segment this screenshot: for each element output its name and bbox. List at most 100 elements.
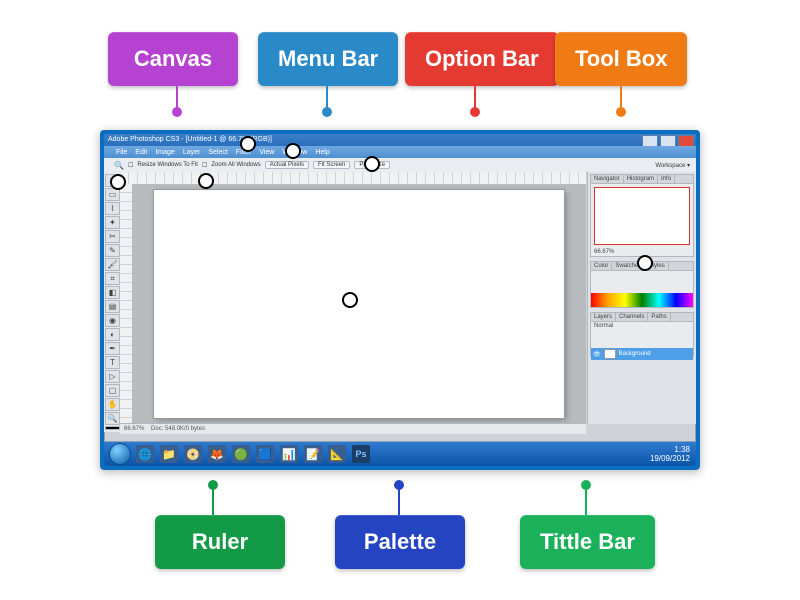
option-resize[interactable]: Resize Windows To Fit — [137, 162, 198, 168]
label-text: Option Bar — [425, 46, 539, 71]
taskbar-skype-icon[interactable]: 🟦 — [256, 445, 274, 463]
label-menu-bar[interactable]: Menu Bar — [258, 32, 398, 86]
hand-tool-icon[interactable]: ✋ — [105, 398, 120, 411]
clock-date: 19/09/2012 — [650, 454, 690, 463]
label-option-bar[interactable]: Option Bar — [405, 32, 559, 86]
navigator-preview[interactable] — [594, 187, 690, 245]
connector-canvas — [176, 84, 178, 112]
info-tab[interactable]: Info — [658, 175, 675, 183]
taskbar-ie-icon[interactable]: 🌐 — [136, 445, 154, 463]
layers-body: Normal 👁 Background — [591, 322, 693, 356]
taskbar-media-icon[interactable]: 📀 — [184, 445, 202, 463]
target-marker[interactable] — [637, 255, 653, 271]
zoom-tool-icon[interactable]: 🔍 — [105, 412, 120, 425]
clock-time: 1:38 — [650, 445, 690, 454]
layer-row[interactable]: 👁 Background — [591, 348, 693, 360]
palette-panels: Navigator Histogram Info 66.67% Color Sw… — [587, 172, 696, 424]
taskbar-app-icon[interactable]: 📐 — [328, 445, 346, 463]
brush-tool-icon[interactable]: 🖌 — [105, 258, 120, 271]
channels-tab[interactable]: Channels — [616, 313, 648, 321]
zoom-tool-icon[interactable]: 🔍 — [114, 161, 124, 170]
connector-menu-bar — [326, 84, 328, 112]
blur-tool-icon[interactable]: ◉ — [105, 314, 120, 327]
fit-screen-button[interactable]: Fit Screen — [313, 161, 350, 169]
connector-option-bar — [474, 84, 476, 112]
status-bar: 66.67% Doc: 548.0K/0 bytes — [120, 423, 586, 434]
taskbar-clock[interactable]: 1:38 19/09/2012 — [650, 445, 690, 463]
screenshot-frame: Adobe Photoshop CS3 - [Untitled-1 @ 66.7… — [100, 130, 700, 470]
option-zoom-all[interactable]: Zoom All Windows — [211, 162, 260, 168]
target-marker[interactable] — [342, 292, 358, 308]
app-window: File Edit Image Layer Select Filter View… — [104, 146, 696, 442]
shape-tool-icon[interactable]: ▢ — [105, 384, 120, 397]
label-text: Ruler — [192, 529, 248, 554]
paths-tab[interactable]: Paths — [648, 313, 670, 321]
crop-tool-icon[interactable]: ✂ — [105, 230, 120, 243]
connector-ruler — [212, 485, 214, 515]
taskbar-chrome-icon[interactable]: 🟢 — [232, 445, 250, 463]
wand-tool-icon[interactable]: ✦ — [105, 216, 120, 229]
color-sliders[interactable] — [591, 271, 693, 293]
type-tool-icon[interactable]: T — [105, 356, 120, 369]
actual-pixels-button[interactable]: Actual Pixels — [265, 161, 309, 169]
taskbar-firefox-icon[interactable]: 🦊 — [208, 445, 226, 463]
dodge-tool-icon[interactable]: ◐ — [105, 328, 120, 341]
lasso-tool-icon[interactable]: ⌇ — [105, 202, 120, 215]
canvas[interactable] — [154, 190, 564, 418]
layers-panel[interactable]: Layers Channels Paths Normal 👁 Backgroun… — [590, 312, 694, 357]
connector-palette — [398, 485, 400, 515]
layers-tab[interactable]: Layers — [591, 313, 616, 321]
menu-item[interactable]: Help — [315, 149, 329, 156]
stamp-tool-icon[interactable]: ⌗ — [105, 272, 120, 285]
workspace-menu[interactable]: Workspace ▾ — [655, 162, 690, 169]
visibility-icon[interactable]: 👁 — [593, 351, 601, 358]
target-marker[interactable] — [110, 174, 126, 190]
menu-item[interactable]: File — [116, 149, 127, 156]
pen-tool-icon[interactable]: ✒ — [105, 342, 120, 355]
taskbar-word-icon[interactable]: 📝 — [304, 445, 322, 463]
label-ruler[interactable]: Ruler — [155, 515, 285, 569]
label-text: Canvas — [134, 46, 212, 71]
start-button[interactable] — [110, 444, 130, 464]
status-doc: Doc: 548.0K/0 bytes — [151, 426, 205, 432]
eyedropper-tool-icon[interactable]: ✎ — [105, 244, 120, 257]
navigator-panel[interactable]: Navigator Histogram Info 66.67% — [590, 174, 694, 257]
label-canvas[interactable]: Canvas — [108, 32, 238, 86]
color-ramp[interactable] — [591, 293, 693, 307]
label-text: Tool Box — [575, 46, 667, 71]
label-palette[interactable]: Palette — [335, 515, 465, 569]
canvas-area — [132, 184, 586, 424]
menu-item[interactable]: Layer — [183, 149, 201, 156]
target-marker[interactable] — [364, 156, 380, 172]
label-tool-box[interactable]: Tool Box — [555, 32, 687, 86]
taskbar[interactable]: 🌐 📁 📀 🦊 🟢 🟦 📊 📝 📐 Ps 1:38 19/09/2012 — [104, 442, 696, 466]
connector-tool-box — [620, 84, 622, 112]
blend-mode[interactable]: Normal — [591, 322, 693, 330]
option-bar[interactable]: 🔍 ☐Resize Windows To Fit ☐Zoom All Windo… — [104, 158, 696, 173]
label-text: Menu Bar — [278, 46, 378, 71]
menu-item[interactable]: Select — [208, 149, 227, 156]
target-marker[interactable] — [240, 136, 256, 152]
label-text: Palette — [364, 529, 436, 554]
histogram-tab[interactable]: Histogram — [624, 175, 658, 183]
path-tool-icon[interactable]: ▷ — [105, 370, 120, 383]
layer-thumb — [604, 349, 616, 359]
menu-item[interactable]: View — [259, 149, 274, 156]
layer-name: Background — [619, 351, 651, 357]
color-tab[interactable]: Color — [591, 262, 612, 270]
eraser-tool-icon[interactable]: ◧ — [105, 286, 120, 299]
target-marker[interactable] — [285, 143, 301, 159]
taskbar-photoshop-icon[interactable]: Ps — [352, 445, 370, 463]
taskbar-excel-icon[interactable]: 📊 — [280, 445, 298, 463]
status-zoom: 66.67% — [124, 426, 144, 432]
color-swatch-icon[interactable] — [105, 426, 120, 430]
taskbar-explorer-icon[interactable]: 📁 — [160, 445, 178, 463]
gradient-tool-icon[interactable]: ▤ — [105, 300, 120, 313]
menu-item[interactable]: Image — [155, 149, 174, 156]
app-title-bar[interactable]: Adobe Photoshop CS3 - [Untitled-1 @ 66.7… — [104, 134, 696, 146]
target-marker[interactable] — [198, 173, 214, 189]
menu-item[interactable]: Edit — [135, 149, 147, 156]
label-title-bar[interactable]: Tittle Bar — [520, 515, 655, 569]
label-text: Tittle Bar — [540, 529, 635, 554]
navigator-tab[interactable]: Navigator — [591, 175, 624, 183]
